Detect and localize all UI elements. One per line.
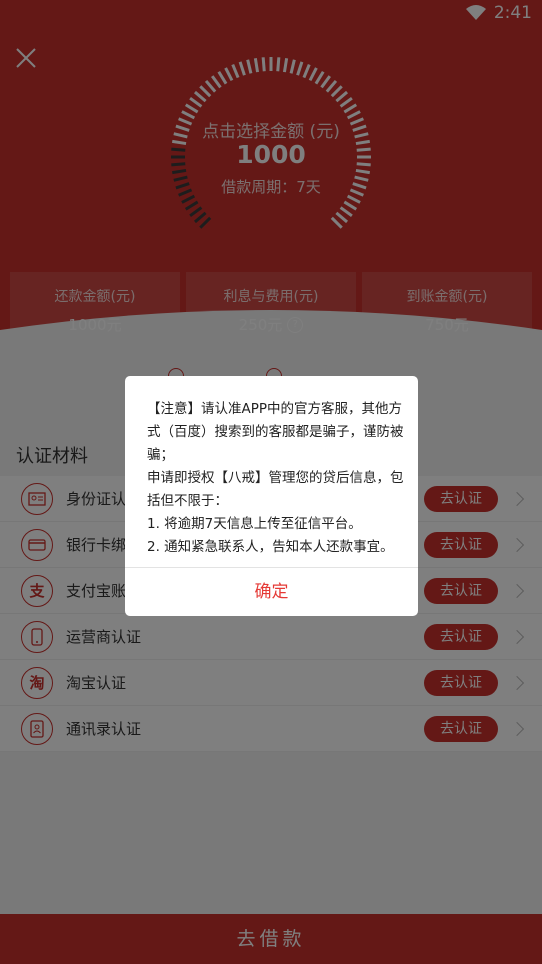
notice-dialog: 【注意】请认准APP中的官方客服，其他方式（百度）搜索到的客服都是骗子，谨防被骗…: [125, 376, 418, 616]
confirm-button[interactable]: 确定: [125, 568, 418, 616]
dialog-text-authorize: 申请即授权【八戒】管理您的贷后信息，包括但不限于：: [147, 470, 404, 509]
dialog-body: 【注意】请认准APP中的官方客服，其他方式（百度）搜索到的客服都是骗子，谨防被骗…: [125, 376, 418, 567]
dialog-text-item-1: 1. 将逾期7天信息上传至征信平台。: [147, 516, 362, 532]
dialog-text-item-2: 2. 通知紧急联系人，告知本人还款事宜。: [147, 539, 394, 555]
dialog-text-notice: 【注意】请认准APP中的官方客服，其他方式（百度）搜索到的客服都是骗子，谨防被骗…: [147, 401, 404, 463]
